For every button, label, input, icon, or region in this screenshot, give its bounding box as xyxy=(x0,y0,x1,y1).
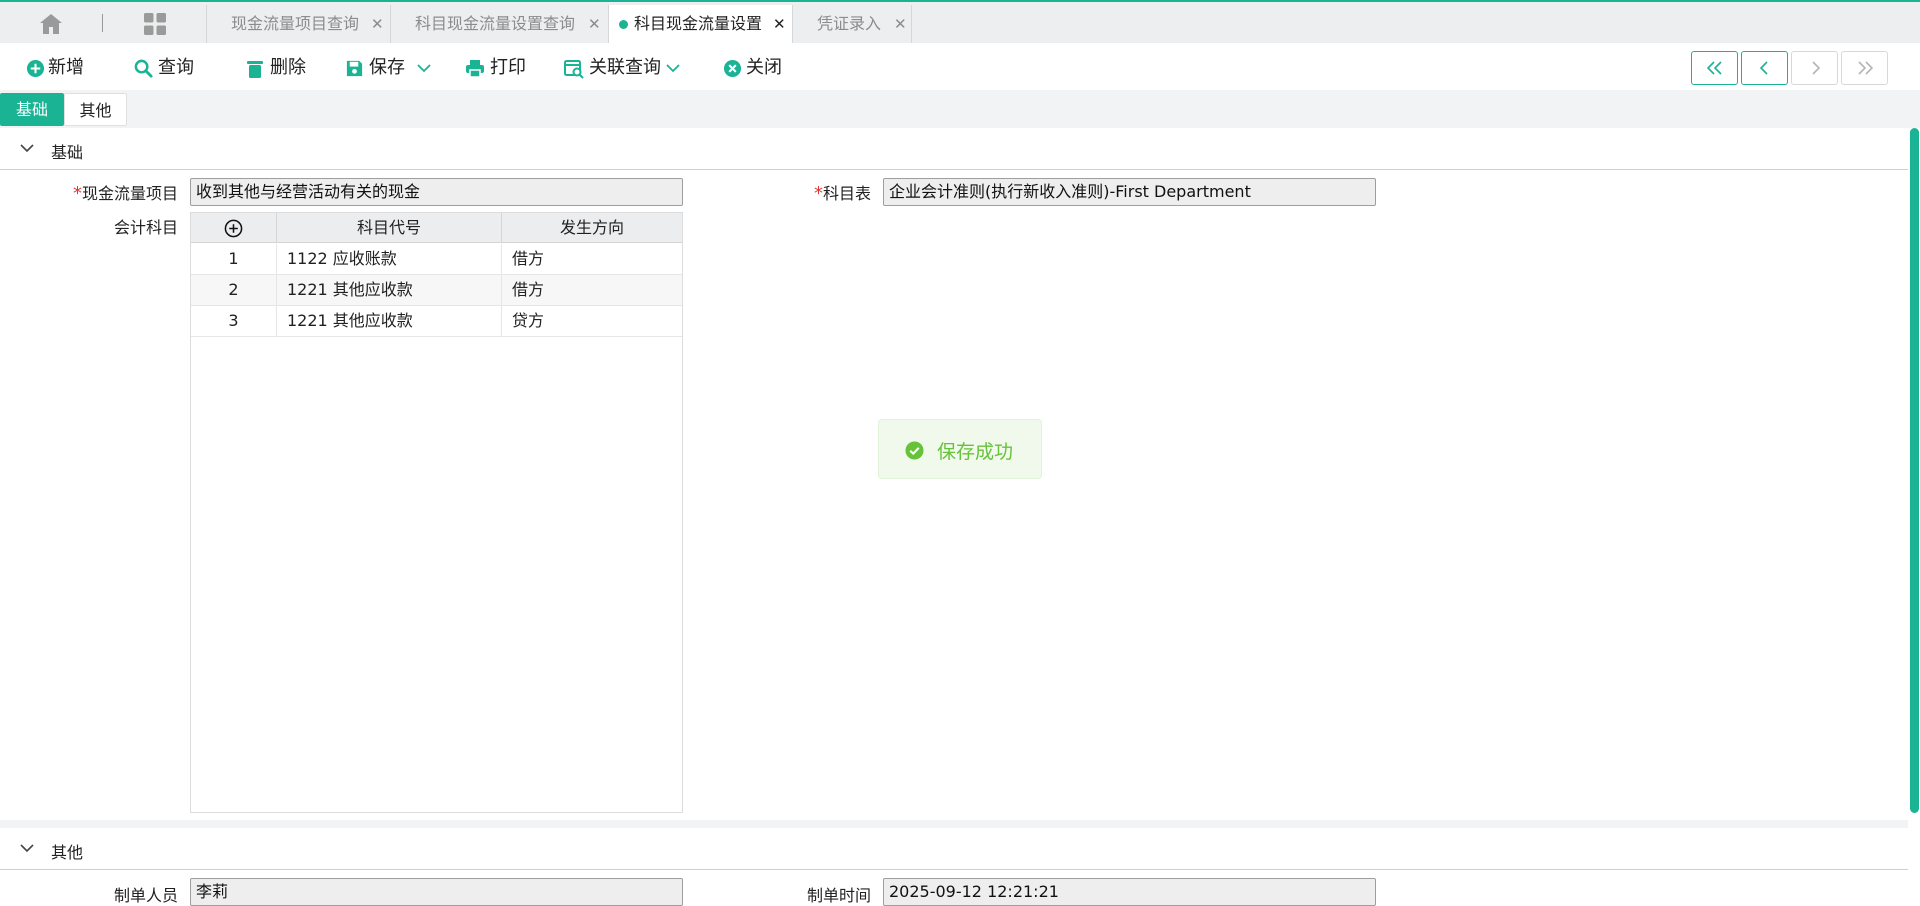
basic-section-header[interactable]: 基础 xyxy=(0,130,1908,170)
required-mark: * xyxy=(72,183,82,204)
print-label: 打印 xyxy=(490,57,526,78)
divider xyxy=(102,14,103,32)
cash-flow-item-field[interactable]: 收到其他与经营活动有关的现金 xyxy=(190,178,683,206)
apps-grid-icon[interactable] xyxy=(143,12,167,36)
other-section-header[interactable]: 其他 xyxy=(0,830,1908,870)
direction-cell[interactable]: 贷方 xyxy=(502,306,682,336)
printer-icon xyxy=(466,60,484,78)
previous-record-button[interactable] xyxy=(1741,51,1788,85)
chevron-left-icon xyxy=(1759,61,1768,75)
account-code-cell[interactable]: 1221 其他应收款 xyxy=(277,275,502,305)
grid-header: 科目代号 发生方向 xyxy=(191,213,682,243)
plus-circle-icon xyxy=(26,59,45,78)
success-toast: 保存成功 xyxy=(878,419,1042,479)
create-time-label: 制单时间 xyxy=(806,886,871,905)
last-record-button[interactable] xyxy=(1841,51,1888,85)
close-circle-icon xyxy=(723,59,742,78)
chevron-right-icon xyxy=(1812,61,1821,75)
close-button[interactable]: 关闭 xyxy=(723,55,785,81)
add-row-button[interactable] xyxy=(191,213,277,243)
table-row[interactable]: 3 1221 其他应收款 贷方 xyxy=(191,306,682,337)
save-button[interactable]: 保存 xyxy=(345,55,435,81)
vertical-scrollbar[interactable] xyxy=(1908,128,1920,895)
delete-label: 删除 xyxy=(270,57,306,78)
close-icon[interactable]: ✕ xyxy=(773,5,786,43)
check-circle-icon xyxy=(905,441,924,460)
save-label: 保存 xyxy=(369,57,405,78)
row-index: 3 xyxy=(191,306,277,336)
account-table-label: *科目表 xyxy=(780,180,871,204)
new-button[interactable]: 新增 xyxy=(26,55,88,81)
section-divider xyxy=(0,820,1908,828)
tab-label: 科目现金流量设置 xyxy=(634,14,763,33)
label-text: 科目表 xyxy=(822,184,871,203)
delete-button[interactable]: 删除 xyxy=(246,55,308,81)
tab-voucher-entry[interactable]: 凭证录入 ✕ xyxy=(792,5,912,43)
print-button[interactable]: 打印 xyxy=(465,55,527,81)
table-row[interactable]: 1 1122 应收账款 借方 xyxy=(191,244,682,275)
account-code-cell[interactable]: 1122 应收账款 xyxy=(277,244,502,274)
accounts-grid: 科目代号 发生方向 1 1122 应收账款 借方 2 1221 其他应收款 借方… xyxy=(190,212,683,813)
related-query-label: 关联查询 xyxy=(589,57,661,78)
account-code-cell[interactable]: 1221 其他应收款 xyxy=(277,306,502,336)
query-label: 查询 xyxy=(158,57,194,78)
trash-icon xyxy=(247,61,263,78)
chevron-down-icon[interactable] xyxy=(417,64,431,73)
section-title: 基础 xyxy=(51,143,84,162)
chevron-down-icon xyxy=(20,144,34,153)
account-table-field[interactable]: 企业会计准则(执行新收入准则)-First Department xyxy=(883,178,1376,206)
save-disk-icon xyxy=(346,60,363,77)
active-dot-icon xyxy=(619,20,628,29)
chevron-down-icon[interactable] xyxy=(666,64,680,73)
close-icon[interactable]: ✕ xyxy=(371,5,384,43)
cash-flow-item-label: *现金流量项目 xyxy=(20,180,178,204)
row-index: 2 xyxy=(191,275,277,305)
tab-cash-flow-item-query[interactable]: 现金流量项目查询 ✕ xyxy=(206,5,390,43)
tab-account-cash-flow-setting[interactable]: 科目现金流量设置 ✕ xyxy=(608,5,792,43)
home-icon[interactable] xyxy=(38,12,64,36)
double-chevron-left-icon xyxy=(1706,61,1722,75)
creator-label: 制单人员 xyxy=(113,886,178,905)
query-button[interactable]: 查询 xyxy=(134,55,196,81)
tab-other[interactable]: 其他 xyxy=(64,93,127,126)
first-record-button[interactable] xyxy=(1691,51,1738,85)
related-search-icon xyxy=(564,60,584,79)
tab-label: 现金流量项目查询 xyxy=(231,14,360,33)
toolbar: 新增 查询 删除 保存 打印 关联查询 关闭 xyxy=(0,45,1920,90)
scrollbar-thumb[interactable] xyxy=(1910,128,1919,813)
tab-basic[interactable]: 基础 xyxy=(0,93,64,126)
section-title: 其他 xyxy=(51,843,84,862)
tab-label: 凭证录入 xyxy=(817,14,882,33)
toast-message: 保存成功 xyxy=(937,441,1014,463)
row-index: 1 xyxy=(191,244,277,274)
tab-account-cash-flow-setting-query[interactable]: 科目现金流量设置查询 ✕ xyxy=(390,5,608,43)
close-label: 关闭 xyxy=(746,57,782,78)
plus-circle-icon xyxy=(224,219,243,238)
column-header-direction[interactable]: 发生方向 xyxy=(502,213,682,243)
table-row[interactable]: 2 1221 其他应收款 借方 xyxy=(191,275,682,306)
close-icon[interactable]: ✕ xyxy=(894,5,907,43)
related-query-button[interactable]: 关联查询 xyxy=(564,55,684,81)
direction-cell[interactable]: 借方 xyxy=(502,275,682,305)
label-text: 现金流量项目 xyxy=(81,184,178,203)
next-record-button[interactable] xyxy=(1791,51,1838,85)
form-tab-bar: 基础 其他 xyxy=(0,90,1920,128)
accounts-label: 会计科目 xyxy=(113,218,178,237)
create-time-field[interactable]: 2025-09-12 12:21:21 xyxy=(883,878,1376,906)
close-icon[interactable]: ✕ xyxy=(588,5,601,43)
search-icon xyxy=(134,59,153,78)
column-header-code[interactable]: 科目代号 xyxy=(277,213,502,243)
new-label: 新增 xyxy=(48,57,84,78)
creator-field[interactable]: 李莉 xyxy=(190,878,683,906)
tab-label: 科目现金流量设置查询 xyxy=(415,14,576,33)
window-tab-bar: 现金流量项目查询 ✕ 科目现金流量设置查询 ✕ 科目现金流量设置 ✕ 凭证录入 … xyxy=(0,0,1920,43)
required-mark: * xyxy=(813,183,823,204)
direction-cell[interactable]: 借方 xyxy=(502,244,682,274)
double-chevron-right-icon xyxy=(1858,61,1874,75)
chevron-down-icon xyxy=(20,844,34,853)
